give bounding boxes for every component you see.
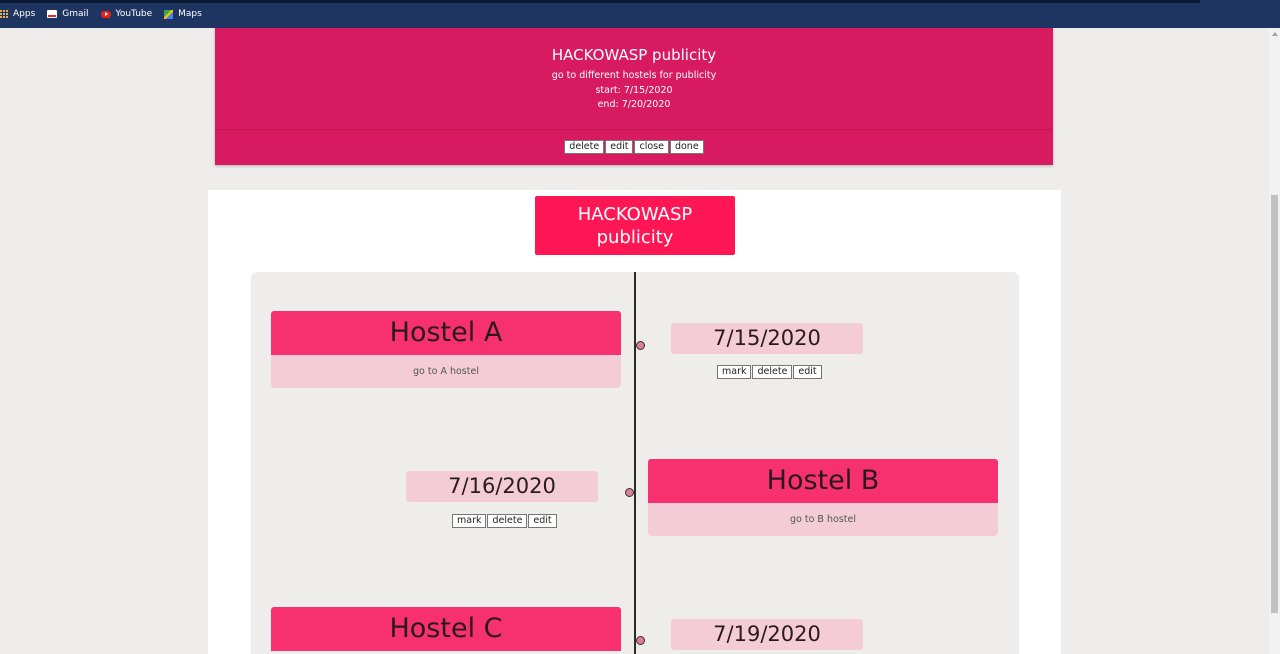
- bookmark-label: YouTube: [115, 9, 153, 19]
- delete-button[interactable]: delete: [487, 514, 528, 528]
- bookmark-apps[interactable]: Apps: [0, 9, 35, 19]
- task-end-date: end: 7/20/2020: [597, 99, 671, 110]
- event-title: Hostel B: [648, 459, 998, 503]
- event-title: Hostel C: [271, 607, 621, 651]
- event-card-hostel-a: Hostel A go to A hostel: [271, 311, 621, 388]
- timeline-panel: HACKOWASP publicity Hostel A go to A hos…: [208, 190, 1061, 654]
- event-actions: mark delete edit: [452, 514, 557, 528]
- apps-icon: [0, 10, 8, 18]
- event-description: go to B hostel: [648, 503, 998, 536]
- scroll-up-arrow-icon[interactable]: [1272, 32, 1278, 36]
- bookmark-label: Gmail: [62, 9, 89, 19]
- task-card: HACKOWASP publicity go to different host…: [215, 28, 1053, 165]
- youtube-icon: [100, 10, 111, 18]
- task-card-divider: [215, 129, 1053, 130]
- bookmark-gmail[interactable]: Gmail: [47, 9, 89, 19]
- maps-icon: [164, 9, 174, 19]
- edit-button[interactable]: edit: [528, 514, 557, 528]
- scrollbar-thumb[interactable]: [1271, 195, 1278, 613]
- bookmark-label: Maps: [178, 9, 202, 19]
- window-top-strip: [0, 0, 1200, 3]
- timeline-dot: [625, 488, 634, 497]
- gmail-icon: [47, 10, 58, 18]
- bookmarks-bar: Apps Gmail YouTube Maps: [0, 0, 1280, 28]
- timeline-title-line1: HACKOWASP: [577, 204, 693, 225]
- event-actions: mark delete edit: [717, 365, 822, 379]
- event-date: 7/15/2020: [671, 323, 863, 354]
- edit-button[interactable]: edit: [793, 365, 822, 379]
- mark-button[interactable]: mark: [717, 365, 752, 379]
- bookmark-maps[interactable]: Maps: [164, 9, 202, 19]
- timeline-axis-line: [634, 272, 636, 654]
- timeline-dot: [636, 341, 645, 350]
- bookmark-label: Apps: [13, 9, 36, 19]
- delete-task-button[interactable]: delete: [564, 140, 605, 154]
- task-title: HACKOWASP publicity: [551, 46, 717, 64]
- task-start-date: start: 7/15/2020: [595, 84, 673, 96]
- edit-task-button[interactable]: edit: [605, 140, 634, 154]
- page-scrollbar[interactable]: [1269, 28, 1280, 654]
- bookmark-youtube[interactable]: YouTube: [100, 9, 153, 19]
- event-title: Hostel A: [271, 311, 621, 355]
- timeline-title: HACKOWASP publicity: [535, 196, 735, 255]
- event-card-hostel-c: Hostel C: [271, 607, 621, 651]
- mark-button[interactable]: mark: [452, 514, 487, 528]
- timeline-title-line2: publicity: [596, 227, 674, 248]
- task-description: go to different hostels for publicity: [551, 70, 717, 81]
- event-date: 7/19/2020: [671, 619, 863, 650]
- delete-button[interactable]: delete: [752, 365, 793, 379]
- event-date: 7/16/2020: [406, 471, 598, 502]
- done-task-button[interactable]: done: [669, 140, 704, 154]
- task-actions: delete edit close done: [215, 140, 1053, 154]
- timeline-dot: [636, 636, 645, 645]
- event-card-hostel-b: Hostel B go to B hostel: [648, 459, 998, 536]
- close-task-button[interactable]: close: [634, 140, 669, 154]
- event-description: go to A hostel: [271, 355, 621, 388]
